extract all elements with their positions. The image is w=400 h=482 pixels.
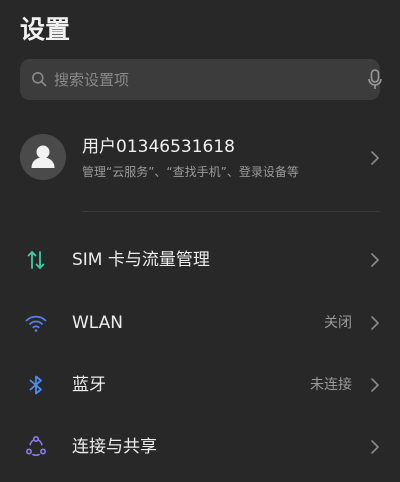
- connection-share-icon: [25, 435, 46, 456]
- chevron-right-icon: [371, 253, 379, 267]
- wifi-icon: [25, 315, 47, 332]
- setting-item-label: SIM 卡与流量管理: [72, 250, 210, 270]
- setting-item-label: WLAN: [72, 313, 124, 333]
- divider: [82, 211, 380, 212]
- setting-item-sim[interactable]: SIM 卡与流量管理: [0, 235, 400, 285]
- account-name: 用户01346531618: [82, 137, 235, 157]
- sim-data-icon: [27, 251, 45, 269]
- wlan-status: 关闭: [324, 315, 352, 331]
- avatar: [20, 134, 66, 180]
- user-avatar-icon: [20, 134, 66, 180]
- bluetooth-status: 未连接: [310, 377, 352, 393]
- setting-item-label: 蓝牙: [72, 375, 106, 395]
- chevron-right-icon: [371, 151, 379, 165]
- search-icon: [32, 72, 47, 87]
- account-subtitle: 管理“云服务”、“查找手机”、登录设备等: [82, 165, 299, 179]
- search-bar[interactable]: [20, 59, 383, 100]
- bluetooth-icon: [29, 375, 42, 395]
- chevron-right-icon: [371, 440, 379, 454]
- setting-item-wlan[interactable]: WLAN 关闭: [0, 298, 400, 348]
- microphone-icon[interactable]: [367, 69, 383, 90]
- page-title: 设置: [20, 15, 71, 44]
- setting-item-label: 连接与共享: [72, 437, 157, 457]
- setting-item-connection-share[interactable]: 连接与共享: [0, 422, 400, 472]
- setting-item-bluetooth[interactable]: 蓝牙 未连接: [0, 360, 400, 410]
- chevron-right-icon: [371, 316, 379, 330]
- chevron-right-icon: [371, 378, 379, 392]
- account-row[interactable]: 用户01346531618 管理“云服务”、“查找手机”、登录设备等: [0, 124, 400, 194]
- search-input[interactable]: [54, 59, 344, 100]
